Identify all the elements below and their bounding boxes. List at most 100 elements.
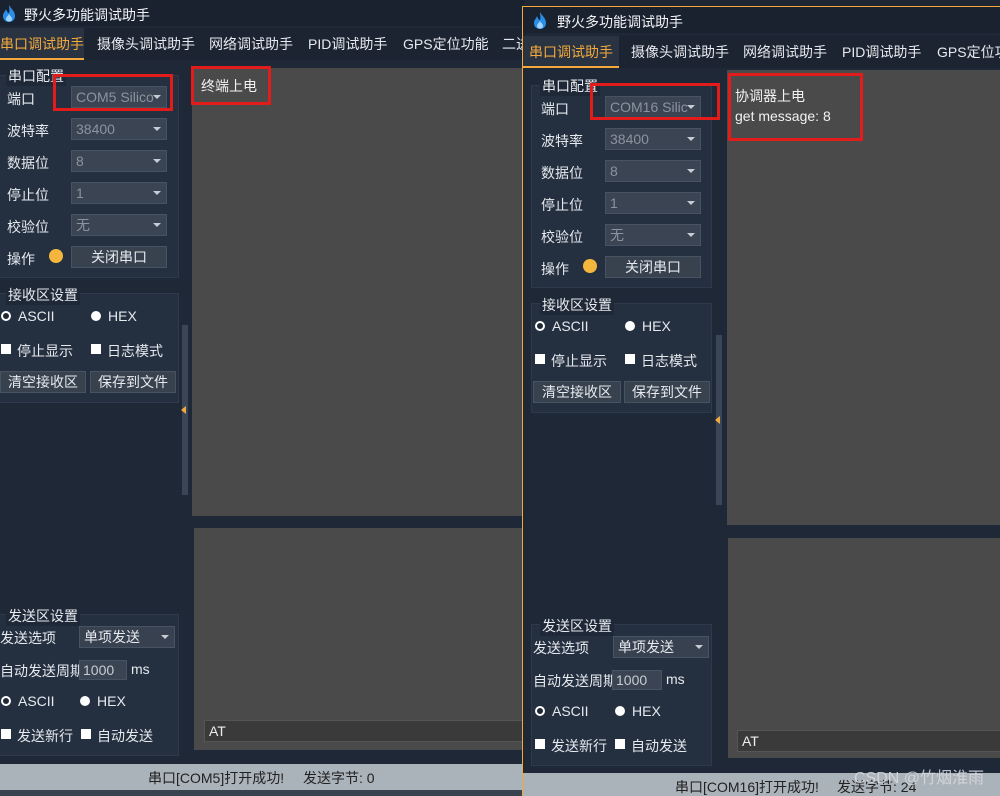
send-text-area[interactable] xyxy=(194,528,524,750)
send-newline-checkbox[interactable] xyxy=(1,729,11,739)
send-text-area[interactable] xyxy=(728,538,1000,758)
data-bits-label: 数据位 xyxy=(7,155,49,171)
port-label: 端口 xyxy=(7,91,35,107)
close-port-button[interactable]: 关闭串口 xyxy=(71,246,167,268)
send-option-value: 单项发送 xyxy=(84,629,140,645)
tab-network[interactable]: 网络调试助手 xyxy=(209,28,293,60)
tab-network[interactable]: 网络调试助手 xyxy=(743,36,827,68)
collapse-arrow-icon[interactable] xyxy=(181,406,186,414)
parity-select[interactable]: 无 xyxy=(605,224,701,246)
receive-ascii-label: ASCII xyxy=(18,308,55,324)
window-title: 野火多功能调试助手 xyxy=(24,7,150,23)
send-option-label: 发送选项 xyxy=(533,640,589,656)
collapse-arrow-icon[interactable] xyxy=(715,416,720,424)
data-bits-value: 8 xyxy=(610,163,618,179)
send-ascii-label: ASCII xyxy=(552,703,589,719)
tab-camera[interactable]: 摄像头调试助手 xyxy=(631,36,729,68)
receive-hex-radio[interactable] xyxy=(625,321,635,331)
stop-display-checkbox[interactable] xyxy=(535,354,545,364)
send-hex-radio[interactable] xyxy=(615,706,625,716)
stop-bits-value: 1 xyxy=(610,195,618,211)
tab-gps[interactable]: GPS定位功能 xyxy=(937,36,1000,68)
close-port-button[interactable]: 关闭串口 xyxy=(605,256,701,278)
receive-text-area[interactable] xyxy=(192,68,524,516)
receive-hex-radio[interactable] xyxy=(91,311,101,321)
right-app-window: 野火多功能调试助手 串口调试助手 摄像头调试助手 网络调试助手 PID调试助手 … xyxy=(522,6,1000,796)
receive-highlight-box xyxy=(728,73,863,141)
auto-period-input[interactable]: 1000 xyxy=(612,670,662,690)
send-ascii-radio[interactable] xyxy=(535,706,545,716)
operation-label: 操作 xyxy=(7,251,35,267)
tab-camera[interactable]: 摄像头调试助手 xyxy=(97,28,195,60)
auto-period-input[interactable]: 1000 xyxy=(79,660,127,680)
baud-select[interactable]: 38400 xyxy=(71,118,167,140)
tab-binary[interactable]: 二进 xyxy=(502,28,524,60)
auto-period-label: 自动发送周期 xyxy=(0,663,84,679)
chevron-down-icon xyxy=(687,169,695,173)
stop-display-label: 停止显示 xyxy=(17,343,73,359)
send-input[interactable]: AT xyxy=(204,720,524,742)
save-to-file-button[interactable]: 保存到文件 xyxy=(90,371,176,393)
stop-bits-value: 1 xyxy=(76,185,84,201)
log-mode-label: 日志模式 xyxy=(641,353,697,369)
chevron-down-icon xyxy=(153,191,161,195)
log-mode-label: 日志模式 xyxy=(107,343,163,359)
send-ascii-radio[interactable] xyxy=(1,696,11,706)
receive-hex-label: HEX xyxy=(642,318,671,334)
chevron-down-icon xyxy=(687,233,695,237)
send-newline-checkbox[interactable] xyxy=(535,739,545,749)
baud-label: 波特率 xyxy=(7,123,49,139)
receive-ascii-radio[interactable] xyxy=(535,321,545,331)
period-unit-label: ms xyxy=(666,671,685,687)
data-bits-select[interactable]: 8 xyxy=(605,160,701,182)
stop-display-label: 停止显示 xyxy=(551,353,607,369)
parity-value: 无 xyxy=(610,227,624,243)
send-newline-label: 发送新行 xyxy=(17,728,73,744)
left-tab-bar: 串口调试助手 摄像头调试助手 网络调试助手 PID调试助手 GPS定位功能 二进 xyxy=(0,28,524,60)
tab-serial[interactable]: 串口调试助手 xyxy=(523,36,619,68)
send-option-value: 单项发送 xyxy=(618,639,674,655)
status-message: 串口[COM16]打开成功! xyxy=(675,779,819,795)
watermark: CSDN @竹烟淮雨 xyxy=(853,770,984,787)
send-newline-label: 发送新行 xyxy=(551,738,607,754)
auto-send-checkbox[interactable] xyxy=(81,729,91,739)
send-hex-radio[interactable] xyxy=(80,696,90,706)
send-settings-title: 发送区设置 xyxy=(6,606,80,626)
tab-serial[interactable]: 串口调试助手 xyxy=(0,28,84,60)
tab-pid[interactable]: PID调试助手 xyxy=(308,28,387,60)
save-to-file-button[interactable]: 保存到文件 xyxy=(624,381,710,403)
stop-bits-select[interactable]: 1 xyxy=(605,192,701,214)
chevron-down-icon xyxy=(153,159,161,163)
left-status-bar: 串口[COM5]打开成功! 发送字节: 0 xyxy=(0,764,524,790)
baud-value: 38400 xyxy=(610,131,649,147)
parity-label: 校验位 xyxy=(541,229,583,245)
auto-period-label: 自动发送周期 xyxy=(533,673,617,689)
clear-receive-button[interactable]: 清空接收区 xyxy=(533,381,621,403)
period-unit-label: ms xyxy=(131,661,150,677)
stop-bits-label: 停止位 xyxy=(7,187,49,203)
stop-display-checkbox[interactable] xyxy=(1,344,11,354)
auto-send-checkbox[interactable] xyxy=(615,739,625,749)
chevron-down-icon xyxy=(161,635,169,639)
send-option-select[interactable]: 单项发送 xyxy=(79,626,175,648)
flame-logo-icon xyxy=(534,12,546,29)
receive-ascii-radio[interactable] xyxy=(1,311,11,321)
log-mode-checkbox[interactable] xyxy=(91,344,101,354)
data-bits-select[interactable]: 8 xyxy=(71,150,167,172)
clear-receive-button[interactable]: 清空接收区 xyxy=(0,371,86,393)
tab-gps[interactable]: GPS定位功能 xyxy=(403,28,489,60)
left-titlebar[interactable]: 野火多功能调试助手 xyxy=(0,0,524,26)
receive-ascii-label: ASCII xyxy=(552,318,589,334)
chevron-down-icon xyxy=(153,127,161,131)
port-highlight-box xyxy=(53,74,173,111)
baud-select[interactable]: 38400 xyxy=(605,128,701,150)
tab-pid[interactable]: PID调试助手 xyxy=(842,36,921,68)
stop-bits-select[interactable]: 1 xyxy=(71,182,167,204)
parity-select[interactable]: 无 xyxy=(71,214,167,236)
send-input[interactable]: AT xyxy=(737,730,1000,752)
chevron-down-icon xyxy=(153,223,161,227)
flame-logo-icon xyxy=(3,5,15,22)
log-mode-checkbox[interactable] xyxy=(625,354,635,364)
right-titlebar[interactable]: 野火多功能调试助手 xyxy=(523,7,1000,33)
send-option-select[interactable]: 单项发送 xyxy=(613,636,709,658)
